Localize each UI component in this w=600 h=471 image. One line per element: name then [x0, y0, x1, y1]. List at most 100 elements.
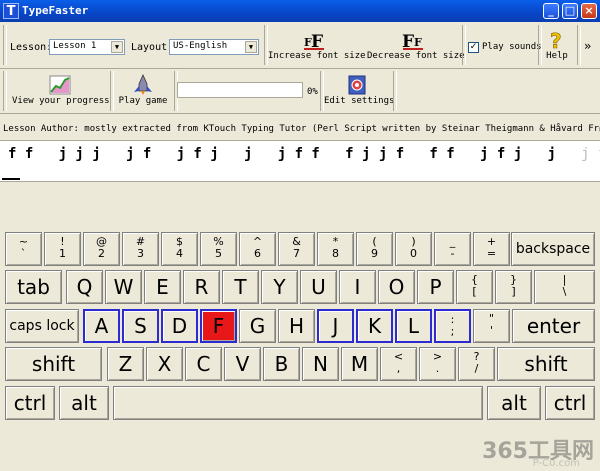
key-f[interactable]: F — [200, 309, 237, 343]
key-label: G — [249, 314, 266, 338]
lesson-select[interactable]: Lesson 1 ▼ — [49, 39, 125, 55]
key-equals[interactable]: + = — [473, 232, 510, 266]
decrease-font-icon: F F — [402, 32, 423, 51]
key-caps-lock[interactable]: caps lock — [5, 309, 79, 343]
key-5[interactable]: % 5 — [200, 232, 237, 266]
key-d[interactable]: D — [161, 309, 198, 343]
key-backspace[interactable]: backspace — [511, 232, 595, 266]
key-shift-left[interactable]: shift — [5, 347, 102, 381]
key-space[interactable] — [113, 386, 483, 420]
key-shift-right[interactable]: shift — [497, 347, 595, 381]
key-label: W — [113, 275, 134, 299]
chevron-down-icon[interactable]: ▼ — [111, 41, 123, 53]
key-j[interactable]: J — [317, 309, 354, 343]
app-icon: T — [3, 3, 19, 19]
key-label: ` — [20, 247, 27, 260]
play-sounds-label: Play sounds — [482, 42, 542, 52]
key-label: O — [388, 275, 405, 299]
lesson-remaining-text: j f f — [581, 146, 600, 162]
key-r[interactable]: R — [183, 270, 220, 304]
key-i[interactable]: I — [339, 270, 376, 304]
view-progress-button[interactable]: View your progress — [12, 72, 110, 112]
key-backtick[interactable]: ~ ` — [5, 232, 42, 266]
key-alt-right[interactable]: alt — [487, 386, 541, 420]
key-w[interactable]: W — [105, 270, 142, 304]
help-button[interactable]: ? Help — [541, 27, 573, 67]
key-4[interactable]: $4 — [161, 232, 198, 266]
increase-font-button[interactable]: F F Increase font size — [268, 27, 366, 67]
key-p[interactable]: P — [417, 270, 454, 304]
key-slash[interactable]: ? / — [458, 347, 495, 381]
key-minus[interactable]: _ - — [434, 232, 471, 266]
key-y[interactable]: Y — [261, 270, 298, 304]
key-0[interactable]: ) 0 — [395, 232, 432, 266]
key-label: 3 — [137, 247, 144, 260]
key-ctrl-left[interactable]: ctrl — [5, 386, 55, 420]
key-comma[interactable]: <, — [380, 347, 417, 381]
edit-settings-button[interactable]: Edit settings — [324, 72, 394, 112]
key-label: N — [313, 352, 328, 376]
title-bar[interactable]: T TypeFaster _ □ × — [0, 0, 600, 22]
key-v[interactable]: V — [224, 347, 261, 381]
key-label: alt — [71, 391, 97, 415]
key-backslash[interactable]: | \ — [534, 270, 595, 304]
key-label: - — [450, 247, 455, 260]
close-button[interactable]: × — [581, 3, 597, 19]
key-k[interactable]: K — [356, 309, 393, 343]
key-e[interactable]: E — [144, 270, 181, 304]
key-label: D — [171, 314, 188, 338]
key-label: caps lock — [9, 318, 75, 334]
key-m[interactable]: M — [341, 347, 378, 381]
key-quote[interactable]: " ' — [473, 309, 510, 343]
key-8[interactable]: * 8 — [317, 232, 354, 266]
key-n[interactable]: N — [302, 347, 339, 381]
key-o[interactable]: O — [378, 270, 415, 304]
key-6[interactable]: ^ 6 — [239, 232, 276, 266]
key-ctrl-right[interactable]: ctrl — [545, 386, 595, 420]
decrease-font-button[interactable]: F F Decrease font size — [367, 27, 465, 67]
key-enter[interactable]: enter — [512, 309, 595, 343]
key-label: 1 — [59, 247, 66, 260]
maximize-button[interactable]: □ — [562, 3, 578, 19]
key-label: . — [435, 362, 440, 375]
key-z[interactable]: Z — [107, 347, 144, 381]
key-q[interactable]: Q — [66, 270, 103, 304]
key-semicolon[interactable]: :; — [434, 309, 471, 343]
key-c[interactable]: C — [185, 347, 222, 381]
key-9[interactable]: (9 — [356, 232, 393, 266]
key-tab[interactable]: tab — [5, 270, 62, 304]
key-a[interactable]: A — [83, 309, 120, 343]
key-h[interactable]: H — [278, 309, 315, 343]
key-period[interactable]: >. — [419, 347, 456, 381]
toolbar-separator — [577, 25, 581, 65]
key-alt-left[interactable]: alt — [59, 386, 109, 420]
toolbar-overflow-chevron[interactable]: » — [584, 39, 591, 53]
key-l[interactable]: L — [395, 309, 432, 343]
key-label: R — [194, 275, 209, 299]
key-3[interactable]: #3 — [122, 232, 159, 266]
key-1[interactable]: ! 1 — [44, 232, 81, 266]
layout-select[interactable]: US-English ▼ — [169, 39, 259, 55]
key-2[interactable]: @2 — [83, 232, 120, 266]
key-7[interactable]: & 7 — [278, 232, 315, 266]
minimize-button[interactable]: _ — [543, 3, 559, 19]
key-bracket-right[interactable]: }] — [495, 270, 532, 304]
lesson-text-area[interactable]: f f j j j j f j f j j j f f f j j f f f … — [0, 140, 600, 182]
watermark-sub: P-C0.com — [532, 458, 580, 469]
key-t[interactable]: T — [222, 270, 259, 304]
key-g[interactable]: G — [239, 309, 276, 343]
toolbar-separator — [462, 25, 466, 65]
key-label: M — [350, 352, 369, 376]
key-label: K — [367, 314, 382, 338]
chevron-down-icon[interactable]: ▼ — [245, 41, 257, 53]
lesson-progress-bar — [177, 82, 303, 98]
key-x[interactable]: X — [146, 347, 183, 381]
play-sounds-checkbox[interactable]: ✓ — [468, 42, 479, 53]
play-game-button[interactable]: Play game — [114, 72, 172, 112]
key-s[interactable]: S — [122, 309, 159, 343]
key-u[interactable]: U — [300, 270, 337, 304]
key-label: ' — [489, 324, 494, 337]
key-b[interactable]: B — [263, 347, 300, 381]
key-label: J — [332, 314, 339, 338]
key-bracket-left[interactable]: {[ — [456, 270, 493, 304]
